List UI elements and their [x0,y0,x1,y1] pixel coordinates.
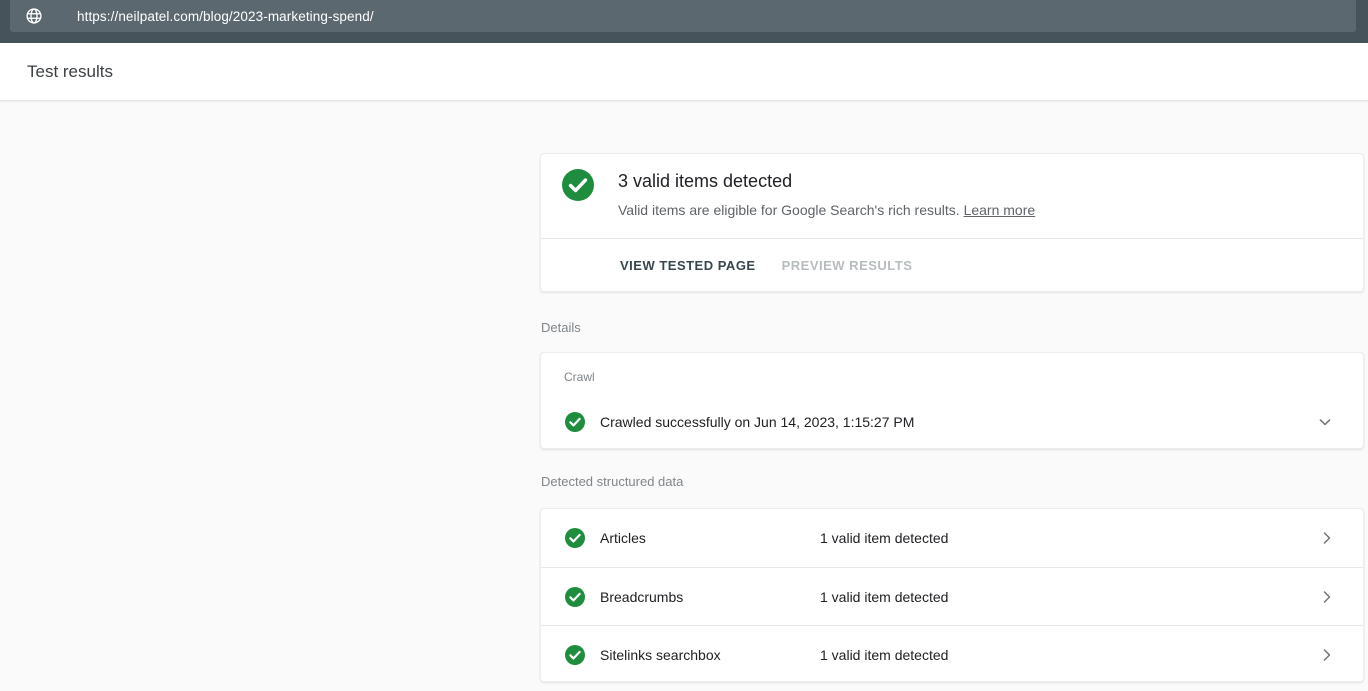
learn-more-link[interactable]: Learn more [964,202,1036,218]
crawl-status-row[interactable]: Crawled successfully on Jun 14, 2023, 1:… [541,403,1363,441]
row-value: 1 valid item detected [820,530,948,546]
summary-title: 3 valid items detected [618,171,792,192]
preview-results-button[interactable]: PREVIEW RESULTS [780,252,915,279]
crawl-label: Crawl [564,370,595,384]
url-text: https://neilpatel.com/blog/2023-marketin… [77,9,374,24]
row-value: 1 valid item detected [820,589,948,605]
summary-subtitle: Valid items are eligible for Google Sear… [618,202,1035,218]
details-section-label: Details [541,320,581,335]
crawl-card[interactable]: Crawl Crawled successfully on Jun 14, 20… [540,352,1364,449]
chevron-down-icon[interactable] [1315,412,1335,432]
row-label: Breadcrumbs [600,589,820,605]
page-header: Test results [0,43,1368,101]
row-value: 1 valid item detected [820,647,948,663]
page-title: Test results [27,62,113,82]
check-circle-icon [565,587,585,607]
chevron-right-icon[interactable] [1317,587,1337,607]
view-tested-page-button[interactable]: VIEW TESTED PAGE [618,252,758,279]
row-label: Articles [600,530,820,546]
globe-icon [25,7,43,25]
structured-data-section-label: Detected structured data [541,474,683,489]
chevron-right-icon[interactable] [1317,645,1337,665]
summary-actions: VIEW TESTED PAGE PREVIEW RESULTS [618,239,914,292]
row-label: Sitelinks searchbox [600,647,820,663]
structured-data-row-articles[interactable]: Articles 1 valid item detected [541,509,1363,567]
check-circle-icon [565,528,585,548]
browser-toolbar: https://neilpatel.com/blog/2023-marketin… [0,0,1368,43]
summary-card: 3 valid items detected Valid items are e… [540,153,1364,292]
check-circle-icon [562,169,594,201]
structured-data-row-sitelinks-searchbox[interactable]: Sitelinks searchbox 1 valid item detecte… [541,625,1363,683]
check-circle-icon [565,412,585,432]
structured-data-card: Articles 1 valid item detected Breadcrum… [540,508,1364,682]
chevron-right-icon[interactable] [1317,528,1337,548]
structured-data-row-breadcrumbs[interactable]: Breadcrumbs 1 valid item detected [541,567,1363,625]
url-bar[interactable]: https://neilpatel.com/blog/2023-marketin… [10,0,1356,32]
crawl-status-text: Crawled successfully on Jun 14, 2023, 1:… [600,414,914,430]
summary-subtitle-text: Valid items are eligible for Google Sear… [618,202,960,218]
check-circle-icon [565,645,585,665]
summary-card-body: 3 valid items detected Valid items are e… [541,154,1363,238]
